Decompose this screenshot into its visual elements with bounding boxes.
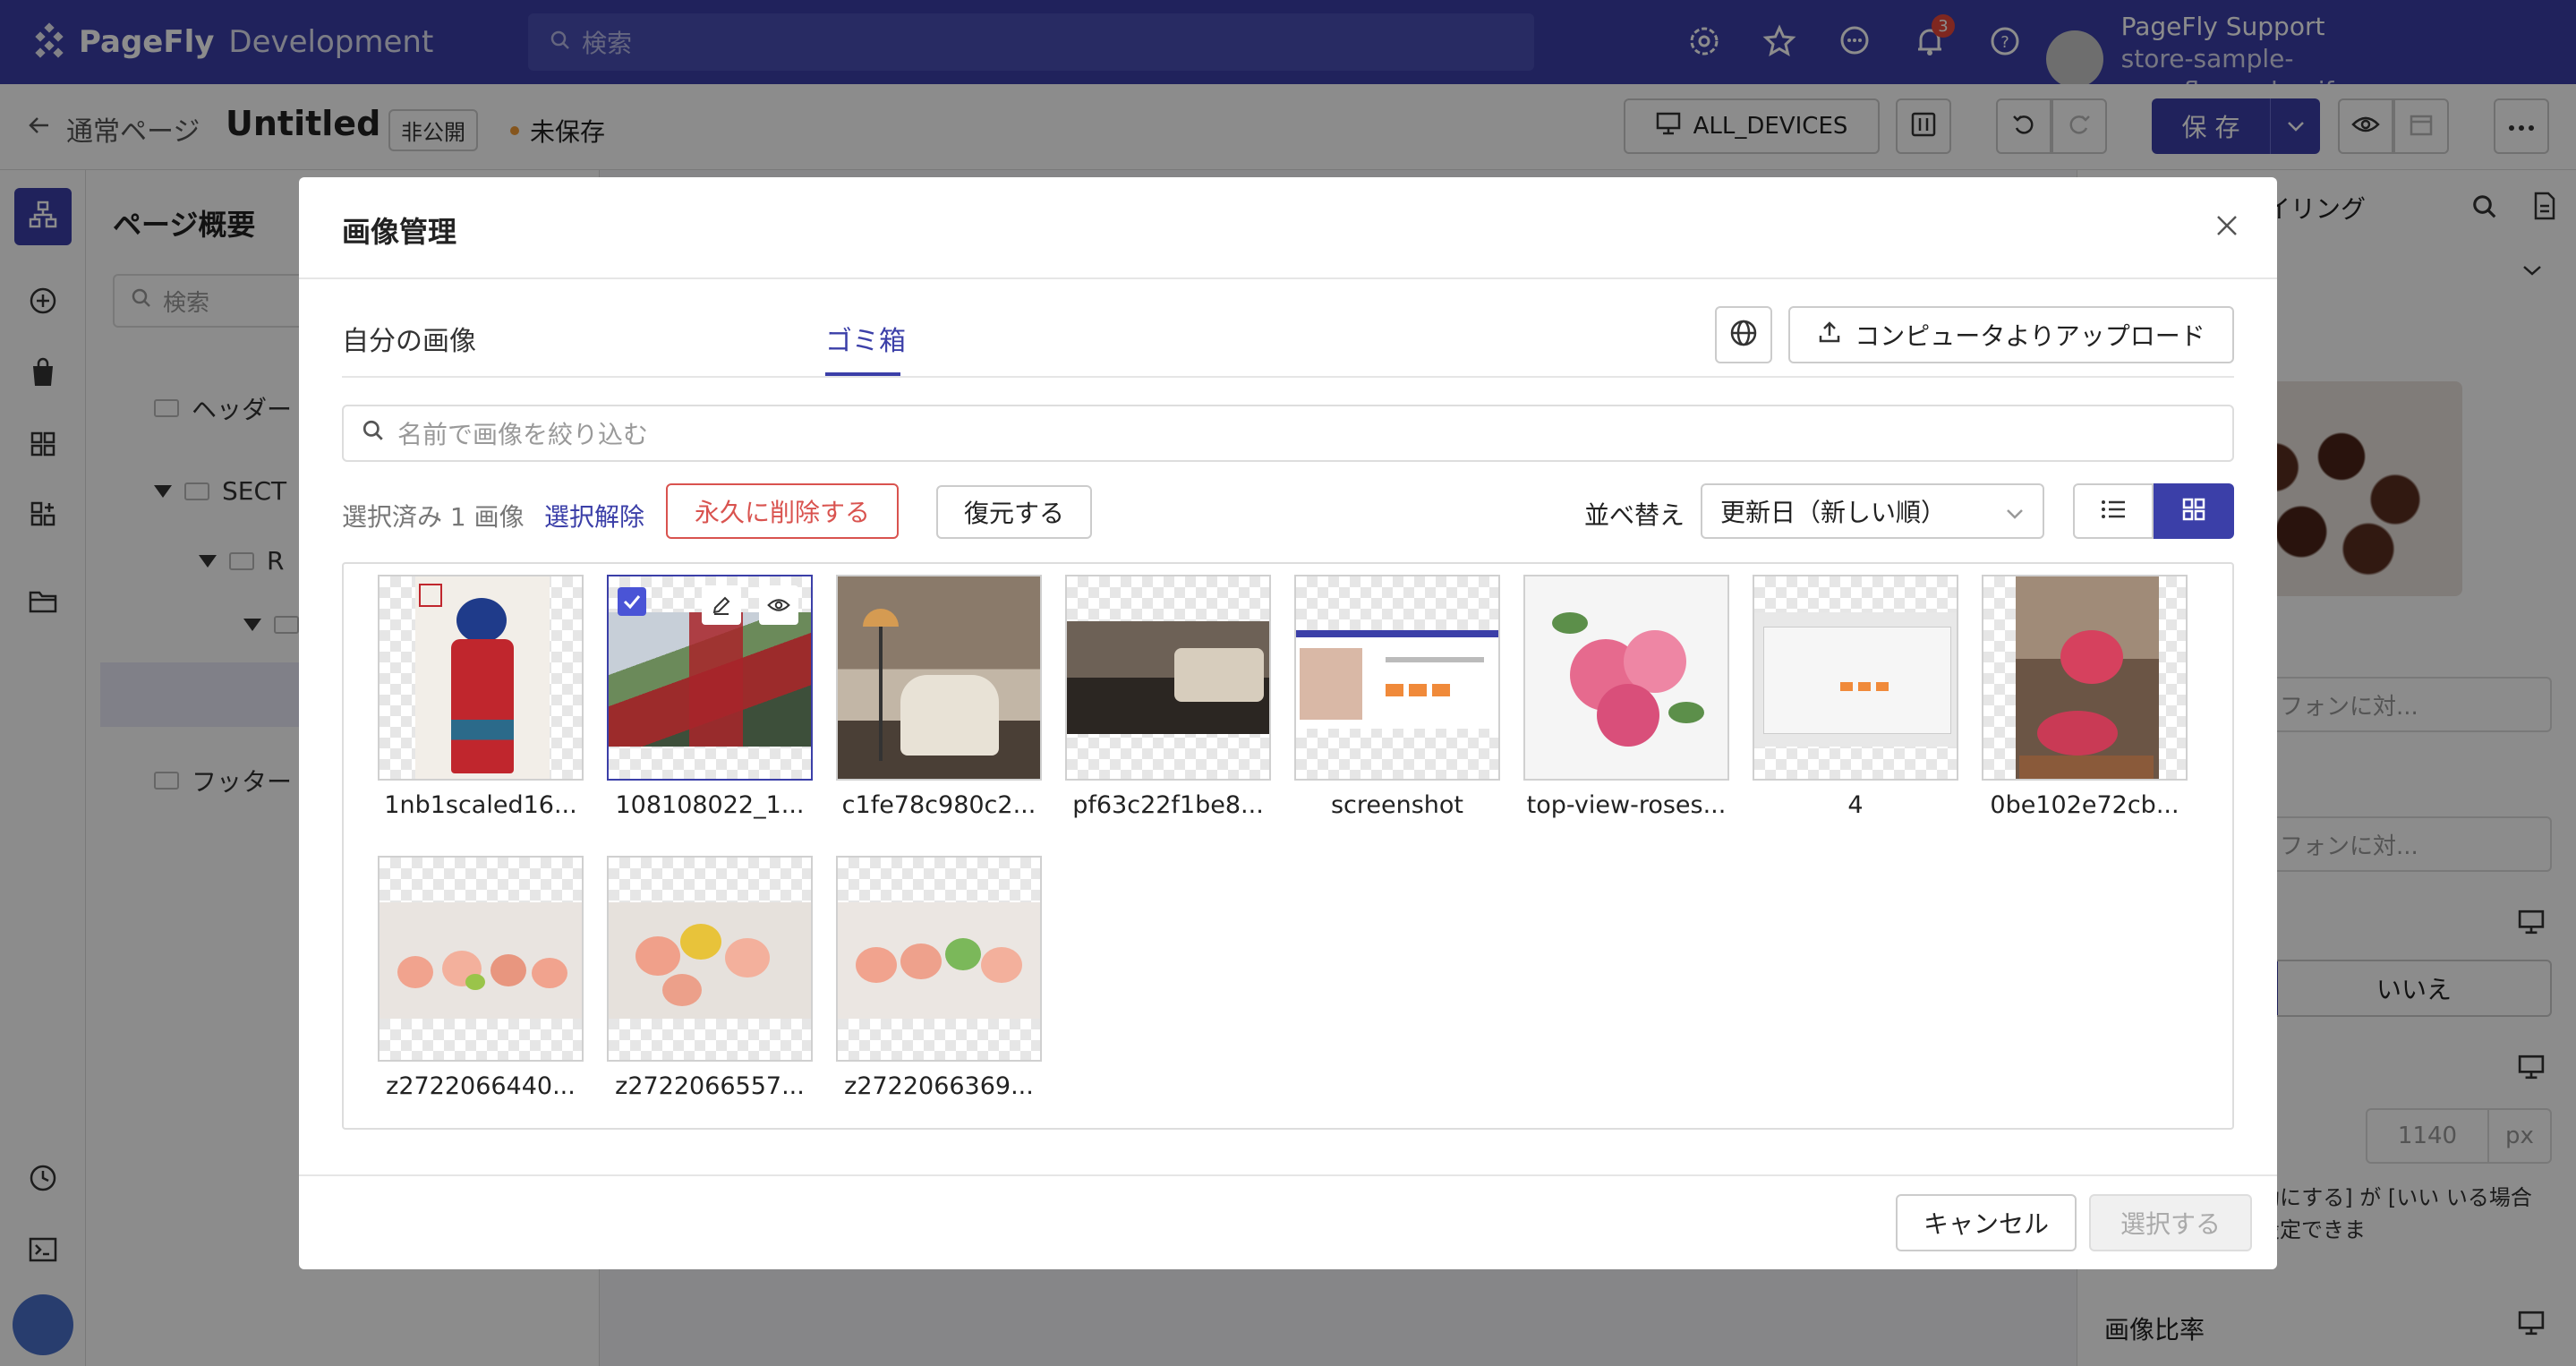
image-name: top-view-roses... (1526, 791, 1727, 819)
image-card[interactable]: screenshot (1294, 575, 1500, 819)
close-icon (2214, 213, 2239, 242)
delete-permanently-button[interactable]: 永久に削除する (666, 483, 899, 539)
image-name: 108108022_1... (615, 791, 805, 819)
image-name: z2722066369... (844, 1072, 1034, 1100)
image-thumbnail[interactable] (836, 856, 1042, 1062)
tabs-divider (342, 376, 2234, 378)
sort-label: 並べ替え (1584, 500, 1685, 530)
list-icon (2100, 499, 2127, 524)
tab-my-images[interactable]: 自分の画像 (342, 319, 476, 358)
image-thumbnail[interactable] (607, 856, 813, 1062)
image-name: 4 (1847, 791, 1864, 819)
image-card[interactable]: top-view-roses... (1523, 575, 1729, 819)
grid-icon (2182, 498, 2205, 525)
chevron-down-icon (2005, 497, 2025, 526)
globe-icon (1729, 319, 1758, 351)
image-thumbnail[interactable] (607, 575, 813, 781)
image-name: c1fe78c980c2... (841, 791, 1036, 819)
image-name: 0be102e72cb... (1990, 791, 2179, 819)
close-button[interactable] (2207, 208, 2247, 247)
image-name: screenshot (1330, 791, 1464, 819)
image-thumbnail[interactable] (1523, 575, 1729, 781)
image-thumbnail[interactable] (1753, 575, 1958, 781)
preview-image-button[interactable] (759, 585, 798, 625)
image-card[interactable]: 0be102e72cb... (1982, 575, 2188, 819)
deselect-link[interactable]: 選択解除 (544, 498, 644, 534)
image-filter-placeholder: 名前で画像を絞り込む (397, 420, 649, 449)
selection-count: 選択済み 1 画像 (342, 502, 525, 532)
image-thumbnail[interactable] (1982, 575, 2188, 781)
image-card[interactable]: pf63c22f1be8... (1065, 575, 1271, 819)
image-name: 1nb1scaled16... (384, 791, 577, 819)
edit-image-button[interactable] (702, 585, 741, 625)
image-card[interactable]: z2722066369... (836, 856, 1042, 1100)
search-icon (362, 419, 385, 448)
image-thumbnail[interactable] (1065, 575, 1271, 781)
image-card[interactable]: 4 (1753, 575, 1958, 819)
pencil-icon (712, 596, 730, 615)
image-name: z2722066557... (615, 1072, 805, 1100)
selected-checkbox[interactable] (618, 587, 646, 616)
image-card-selected[interactable]: 108108022_1... (607, 575, 813, 819)
image-name: pf63c22f1be8... (1072, 791, 1264, 819)
cancel-button[interactable]: キャンセル (1896, 1194, 2077, 1251)
image-thumbnail[interactable] (378, 575, 584, 781)
image-card[interactable]: c1fe78c980c2... (836, 575, 1042, 819)
upload-icon (1817, 320, 1842, 351)
image-card[interactable]: z2722066440... (378, 856, 584, 1100)
upload-from-computer-button[interactable]: コンピュータよりアップロード (1788, 306, 2234, 363)
tab-trash[interactable]: ゴミ箱 (825, 319, 906, 358)
sort-value: 更新日（新しい順） (1720, 498, 1947, 527)
sort-select[interactable]: 更新日（新しい順） (1701, 483, 2044, 539)
modal-title: 画像管理 (342, 215, 457, 249)
image-filter-input[interactable]: 名前で画像を絞り込む (342, 405, 2234, 462)
image-thumbnail[interactable] (836, 575, 1042, 781)
active-tab-indicator (825, 372, 900, 376)
image-thumbnail[interactable] (378, 856, 584, 1062)
image-name: z2722066440... (386, 1072, 576, 1100)
image-card[interactable]: 1nb1scaled16... (378, 575, 584, 819)
eye-icon (767, 599, 790, 611)
image-card[interactable]: z2722066557... (607, 856, 813, 1100)
upload-label: コンピュータよりアップロード (1855, 321, 2205, 351)
url-import-button[interactable] (1715, 306, 1772, 363)
footer-divider (299, 1174, 2277, 1176)
list-view-button[interactable] (2073, 483, 2154, 539)
modal-header: 画像管理 (299, 177, 2277, 279)
select-button[interactable]: 選択する (2089, 1194, 2252, 1251)
restore-button[interactable]: 復元する (936, 485, 1092, 539)
grid-view-button[interactable] (2154, 483, 2234, 539)
image-manager-modal: 画像管理 自分の画像 ゴミ箱 コンピュータよりアップロード 名前で画像を絞り込む… (299, 177, 2277, 1269)
image-thumbnail[interactable] (1294, 575, 1500, 781)
